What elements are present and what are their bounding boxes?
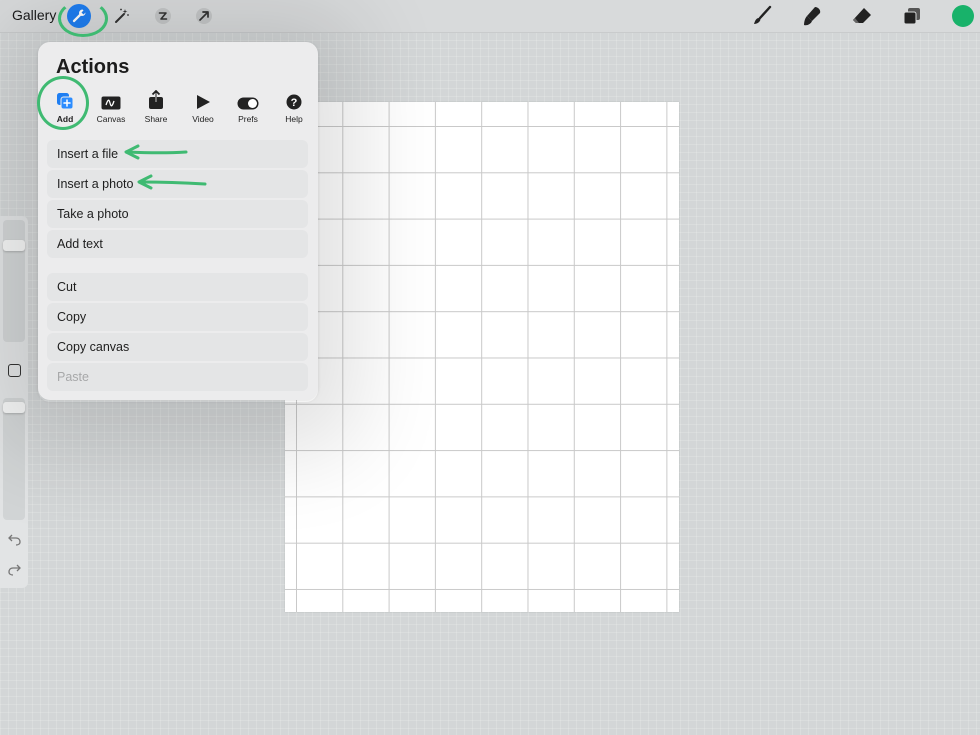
brush-size-slider[interactable]	[3, 220, 25, 342]
layers-icon	[903, 8, 920, 25]
menu-item-label: Add text	[57, 237, 103, 251]
tab-help[interactable]: ? Help	[272, 90, 316, 124]
left-sidebar	[0, 216, 28, 588]
top-toolbar: Gallery	[0, 0, 980, 33]
share-icon	[149, 90, 163, 109]
tab-help-label: Help	[285, 114, 303, 124]
color-picker-button[interactable]	[952, 5, 974, 27]
tab-add[interactable]: Add	[43, 90, 87, 124]
magic-wand-icon	[115, 8, 129, 23]
tab-share-label: Share	[144, 114, 168, 124]
transform-button[interactable]	[192, 4, 216, 28]
wrench-icon	[72, 9, 86, 23]
menu-item-cut[interactable]: Cut	[47, 273, 308, 301]
brush-button[interactable]	[750, 4, 774, 28]
brush-size-knob[interactable]	[3, 240, 25, 251]
eraser-icon	[853, 8, 871, 23]
menu-item-copy-canvas[interactable]: Copy canvas	[47, 333, 308, 361]
modify-button[interactable]	[8, 364, 21, 377]
opacity-slider[interactable]	[3, 398, 25, 520]
menu-item-take-photo[interactable]: Take a photo	[47, 200, 308, 228]
add-icon	[57, 93, 74, 110]
tab-prefs[interactable]: Prefs	[226, 90, 270, 124]
menu-item-label: Paste	[57, 370, 89, 384]
canvas-icon	[101, 96, 121, 110]
menu-item-label: Cut	[57, 280, 77, 294]
toggle-icon	[237, 97, 259, 110]
transform-arrow-icon	[196, 8, 212, 24]
drawing-canvas[interactable]	[285, 102, 679, 612]
menu-item-add-text[interactable]: Add text	[47, 230, 308, 258]
actions-panel: Actions Add Canvas Share Video Prefs ? H…	[38, 42, 318, 400]
undo-icon[interactable]	[8, 534, 21, 546]
gallery-button[interactable]: Gallery	[12, 7, 56, 23]
tab-canvas-label: Canvas	[96, 114, 126, 124]
help-icon: ?	[286, 94, 302, 110]
menu-item-paste: Paste	[47, 363, 308, 391]
tab-video-label: Video	[192, 114, 214, 124]
adjustments-button[interactable]	[110, 4, 134, 28]
smudge-button[interactable]	[800, 4, 824, 28]
selection-button[interactable]	[151, 4, 175, 28]
tab-canvas[interactable]: Canvas	[89, 90, 133, 124]
actions-wrench-button[interactable]	[67, 4, 91, 28]
layers-button[interactable]	[900, 4, 924, 28]
svg-text:?: ?	[291, 97, 298, 109]
panel-title: Actions	[56, 56, 130, 78]
menu-item-label: Take a photo	[57, 207, 129, 221]
tab-prefs-label: Prefs	[238, 114, 258, 124]
redo-icon[interactable]	[8, 564, 21, 576]
tab-add-label: Add	[56, 114, 74, 124]
menu-item-label: Insert a file	[57, 147, 119, 161]
annotation-arrow-insert-file	[124, 144, 188, 160]
menu-item-copy[interactable]: Copy	[47, 303, 308, 331]
video-play-icon	[197, 95, 210, 109]
menu-item-label: Copy	[57, 310, 87, 324]
eraser-button[interactable]	[850, 4, 874, 28]
tab-video[interactable]: Video	[181, 90, 225, 124]
annotation-arrow-insert-photo	[137, 174, 207, 190]
opacity-knob[interactable]	[3, 402, 25, 413]
menu-item-label: Copy canvas	[57, 340, 130, 354]
tab-share[interactable]: Share	[134, 90, 178, 124]
selection-icon	[155, 8, 171, 24]
brush-icon	[754, 5, 772, 24]
menu-item-label: Insert a photo	[57, 177, 134, 191]
smudge-icon	[804, 7, 821, 26]
